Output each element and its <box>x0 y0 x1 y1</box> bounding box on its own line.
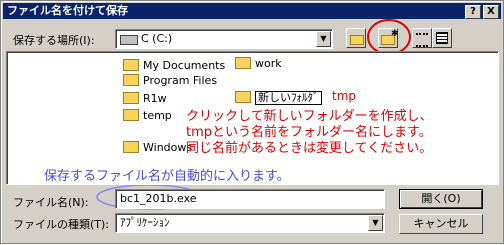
list-item[interactable]: R1w <box>123 92 167 106</box>
folder-icon <box>123 92 139 104</box>
filename-input[interactable]: bc1_201b.exe <box>115 189 385 209</box>
filename-label: ファイル名(N): <box>13 196 89 209</box>
highlight-circle <box>367 19 411 55</box>
folder-icon <box>235 91 251 103</box>
list-item[interactable]: Program Files <box>123 74 217 88</box>
folder-icon <box>123 141 139 153</box>
typed-name-annotation: tmp <box>332 89 357 103</box>
filetype-value: ｱﾌﾟﾘｹｰｼｮﾝ <box>120 216 170 229</box>
list-item[interactable]: Windows <box>123 141 192 155</box>
new-folder-item[interactable]: 新しいﾌｫﾙﾀﾞ <box>235 91 322 105</box>
list-item[interactable]: My Documents <box>123 59 225 73</box>
instruction-line-2: tmpという名前をフォルダー名にします。 <box>186 125 432 140</box>
open-button[interactable]: 開く(O) <box>399 189 483 209</box>
save-dialog: ファイル名を付けて保存 ? X 保存する場所(I): C (C:) ▼ ✱ My… <box>0 0 504 244</box>
auto-filename-annotation: 保存するファイル名が自動的に入ります。 <box>44 169 290 184</box>
filename-value: bc1_201b.exe <box>120 192 197 205</box>
list-item[interactable]: temp <box>123 109 172 123</box>
list-item[interactable]: work <box>235 57 282 71</box>
instruction-line-3: 同じ名前があるときは変更してください。 <box>186 141 433 156</box>
folder-icon <box>123 59 139 71</box>
chevron-down-icon[interactable]: ▼ <box>368 215 383 231</box>
instruction-line-1: クリックして新しいフォルダーを作成し、 <box>186 109 433 124</box>
folder-icon <box>235 57 251 69</box>
cancel-button[interactable]: キャンセル <box>399 214 483 234</box>
filetype-combo[interactable]: ｱﾌﾟﾘｹｰｼｮﾝ ▼ <box>115 213 385 233</box>
filetype-label: ファイルの種類(T): <box>13 218 110 231</box>
folder-icon <box>123 109 139 121</box>
folder-name-input[interactable]: 新しいﾌｫﾙﾀﾞ <box>255 91 322 105</box>
folder-icon <box>123 74 139 86</box>
